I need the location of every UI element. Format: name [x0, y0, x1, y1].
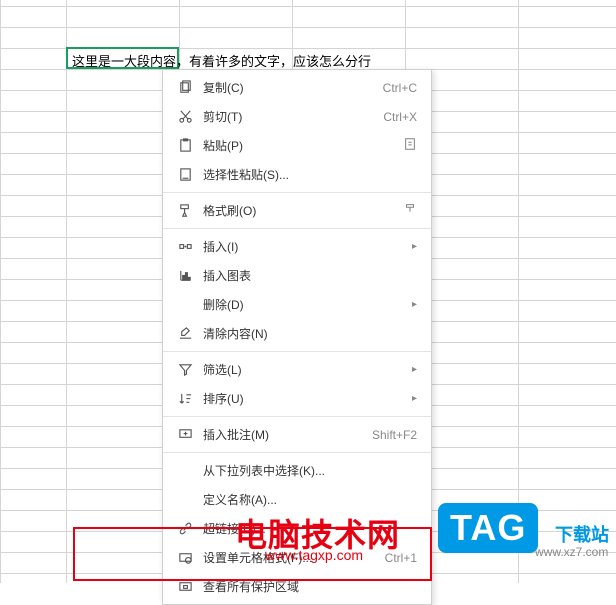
menu-sort[interactable]: 排序(U) ▸	[163, 384, 431, 413]
menu-insert-comment[interactable]: 插入批注(M) Shift+F2	[163, 420, 431, 449]
insert-icon	[175, 239, 195, 254]
menu-format-cells[interactable]: 设置单元格格式(F)... Ctrl+1	[163, 543, 431, 572]
menu-copy[interactable]: 复制(C) Ctrl+C	[163, 73, 431, 102]
menu-label: 筛选(L)	[203, 361, 404, 378]
menu-label: 从下拉列表中选择(K)...	[203, 462, 417, 479]
menu-delete[interactable]: 删除(D) ▸	[163, 290, 431, 319]
menu-label: 删除(D)	[203, 296, 404, 313]
paste-special-icon	[175, 167, 195, 182]
menu-shortcut: Shift+F2	[372, 428, 417, 442]
menu-separator	[163, 192, 431, 193]
menu-filter[interactable]: 筛选(L) ▸	[163, 355, 431, 384]
comment-icon	[175, 427, 195, 442]
menu-format-painter[interactable]: 格式刷(O)	[163, 196, 431, 225]
menu-separator	[163, 351, 431, 352]
menu-cut[interactable]: 剪切(T) Ctrl+X	[163, 102, 431, 131]
menu-label: 选择性粘贴(S)...	[203, 166, 417, 183]
menu-label: 清除内容(N)	[203, 325, 417, 342]
context-menu: 复制(C) Ctrl+C 剪切(T) Ctrl+X 粘贴(P) 选择性粘贴(S)…	[162, 69, 432, 605]
tag-url: www.xz7.com	[535, 545, 608, 559]
menu-separator	[163, 228, 431, 229]
cut-icon	[175, 109, 195, 124]
chart-icon	[175, 268, 195, 283]
paste-options-icon	[403, 137, 417, 154]
menu-shortcut: Ctrl+C	[383, 81, 417, 95]
submenu-arrow-icon: ▸	[412, 299, 417, 310]
menu-paste[interactable]: 粘贴(P)	[163, 131, 431, 160]
menu-pick-from-list[interactable]: 从下拉列表中选择(K)...	[163, 456, 431, 485]
menu-paste-special[interactable]: 选择性粘贴(S)...	[163, 160, 431, 189]
menu-insert[interactable]: 插入(I) ▸	[163, 232, 431, 261]
format-painter-icon	[175, 203, 195, 218]
menu-separator	[163, 452, 431, 453]
menu-label: 插入(I)	[203, 238, 404, 255]
sort-icon	[175, 391, 195, 406]
menu-view-protected[interactable]: 查看所有保护区域	[163, 572, 431, 601]
submenu-arrow-icon: ▸	[412, 241, 417, 252]
format-painter-alt-icon	[403, 202, 417, 219]
menu-define-name[interactable]: 定义名称(A)...	[163, 485, 431, 514]
menu-label: 查看所有保护区域	[203, 578, 417, 595]
menu-insert-chart[interactable]: 插入图表	[163, 261, 431, 290]
submenu-arrow-icon: ▸	[412, 364, 417, 375]
menu-label: 剪切(T)	[203, 108, 375, 125]
copy-icon	[175, 80, 195, 95]
menu-shortcut: Ctrl+X	[383, 110, 417, 124]
menu-shortcut: Ctrl+1	[385, 551, 417, 565]
hyperlink-icon	[175, 521, 195, 536]
menu-label: 粘贴(P)	[203, 137, 403, 154]
format-cells-icon	[175, 550, 195, 565]
menu-label: 定义名称(A)...	[203, 491, 417, 508]
tag-sub: 下载站	[555, 521, 609, 547]
clear-icon	[175, 326, 195, 341]
menu-label: 插入图表	[203, 267, 417, 284]
filter-icon	[175, 362, 195, 377]
menu-hyperlink[interactable]: 超链接(H)...	[163, 514, 431, 543]
submenu-arrow-icon: ▸	[412, 393, 417, 404]
menu-label: 排序(U)	[203, 390, 404, 407]
menu-separator	[163, 416, 431, 417]
protection-icon	[175, 579, 195, 594]
menu-label: 超链接(H)...	[203, 520, 417, 537]
menu-label: 复制(C)	[203, 79, 375, 96]
menu-label: 插入批注(M)	[203, 426, 364, 443]
menu-label: 设置单元格格式(F)...	[203, 549, 377, 566]
menu-clear[interactable]: 清除内容(N)	[163, 319, 431, 348]
paste-icon	[175, 138, 195, 153]
menu-label: 格式刷(O)	[203, 202, 403, 219]
